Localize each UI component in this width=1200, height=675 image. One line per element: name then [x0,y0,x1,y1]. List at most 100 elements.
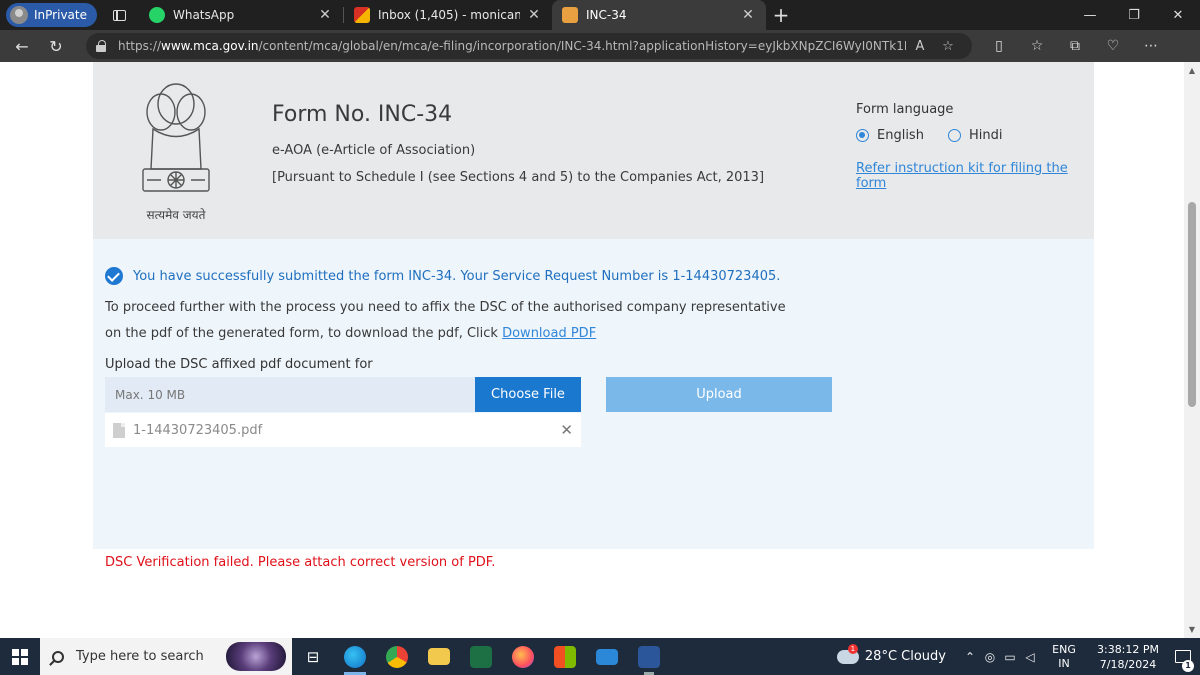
search-highlight-image [226,642,286,671]
upload-label: Upload the DSC affixed pdf document for [105,357,373,372]
form-subtitle: e-AOA (e-Article of Association) [272,143,476,158]
inprivate-label: InPrivate [34,8,87,22]
profile-avatar-icon [10,6,28,24]
success-message: You have successfully submitted the form… [105,267,780,285]
input-language[interactable]: ENG IN [1046,643,1082,671]
tab-label: WhatsApp [172,8,235,22]
taskbar-store[interactable] [544,638,586,675]
tab-whatsapp[interactable]: WhatsApp ✕ [139,0,343,30]
inprivate-badge[interactable]: InPrivate [6,3,97,27]
language-option-hindi[interactable]: Hindi [948,128,1003,143]
page-content: सत्यमेव जयते Form No. INC-34 e-AOA (e-Ar… [0,62,1184,638]
clock-time: 3:38:12 PM [1096,642,1160,656]
taskbar-chrome[interactable] [376,638,418,675]
upload-button[interactable]: Upload [606,377,832,412]
address-bar[interactable]: https://www.mca.gov.in/content/mca/globa… [86,33,972,59]
arrow-left-icon: ← [15,36,29,56]
radio-unchecked-icon[interactable] [948,129,961,142]
language-option-english[interactable]: English [856,128,924,143]
taskbar-firefox[interactable] [502,638,544,675]
task-view-icon: ⊟ [306,647,320,666]
success-text: You have successfully submitted the form… [133,268,781,284]
check-circle-icon [105,267,123,285]
scrollbar-thumb[interactable] [1188,202,1196,407]
store-icon [554,645,576,668]
form-pursuant-text: [Pursuant to Schedule I (see Sections 4 … [272,170,765,185]
attached-file-name: 1-14430723405.pdf [133,422,263,438]
lock-icon [96,40,108,52]
tab-actions-icon [113,9,127,21]
favorites-icon[interactable]: ☆ [1018,32,1056,60]
edge-icon [344,645,366,668]
word-icon [638,645,660,668]
remove-file-icon[interactable]: ✕ [560,421,573,439]
language-label: Hindi [969,128,1003,143]
tab-inbox[interactable]: Inbox (1,405) - monicamallawat@ ✕ [344,0,552,30]
volume-icon[interactable]: ◁ [1020,650,1040,664]
firefox-icon [512,645,534,668]
plus-icon: + [772,3,790,27]
close-tab-icon[interactable]: ✕ [740,7,756,23]
read-aloud-icon[interactable]: A [906,39,934,54]
scroll-down-icon[interactable]: ▼ [1187,625,1197,634]
instruction-line-1: To proceed further with the process you … [105,300,786,315]
excel-icon [470,645,492,668]
language-label: English [877,128,924,143]
tab-actions-button[interactable] [107,4,133,26]
more-options-icon[interactable]: ⋯ [1132,32,1170,60]
minimize-button[interactable]: — [1068,0,1112,30]
taskbar-search[interactable]: Type here to search [40,638,292,675]
taskbar-excel[interactable] [460,638,502,675]
close-window-button[interactable]: ✕ [1156,0,1200,30]
tab-label: INC-34 [585,8,627,22]
split-screen-icon[interactable]: ▯ [980,32,1018,60]
taskbar-file-explorer[interactable] [418,638,460,675]
attached-file-row: 1-14430723405.pdf ✕ [105,413,581,447]
windows-logo-icon [12,648,28,665]
network-icon[interactable]: ▭ [1000,650,1020,664]
tab-label: Inbox (1,405) - monicamallawat@ [377,8,520,22]
favorite-star-icon[interactable]: ☆ [934,39,962,54]
notification-count: 1 [1182,660,1194,672]
browser-tab-bar: InPrivate WhatsApp ✕ Inbox (1,405) - mon… [0,0,1200,30]
start-button[interactable] [0,638,40,675]
performance-icon[interactable]: ♡ [1094,32,1132,60]
whatsapp-icon [148,7,165,23]
submission-panel: You have successfully submitted the form… [93,239,1094,570]
restore-button[interactable]: ❐ [1112,0,1156,30]
error-message: DSC Verification failed. Please attach c… [105,555,496,570]
back-button[interactable]: ← [6,32,38,60]
taskbar-mail[interactable] [586,638,628,675]
weather-text: 28°C Cloudy [864,649,946,664]
refresh-button[interactable]: ↻ [40,32,72,60]
page-title: Form No. INC-34 [272,102,453,127]
taskbar-edge[interactable] [334,638,376,675]
window-controls: — ❐ ✕ [1068,0,1200,30]
taskbar-word[interactable] [628,638,670,675]
close-tab-icon[interactable]: ✕ [526,7,542,23]
show-hidden-icons[interactable]: ⌃ [960,650,980,664]
tab-inc34[interactable]: INC-34 ✕ [551,0,766,30]
instruction-kit-link[interactable]: Refer instruction kit for filing the for… [856,161,1094,191]
meet-now-icon[interactable]: ◎ [980,650,1000,664]
scroll-up-icon[interactable]: ▲ [1187,66,1197,75]
weather-widget[interactable]: 1 28°C Cloudy [836,643,946,664]
clock-date: 7/18/2024 [1099,657,1157,671]
task-view-button[interactable]: ⊟ [292,638,334,675]
notifications-button[interactable]: 1 [1166,650,1200,672]
emblem-motto: सत्यमेव जयते [147,208,207,222]
file-icon [113,422,125,438]
collections-icon[interactable]: ⧉ [1056,32,1094,60]
choose-file-button[interactable]: Choose File [475,377,581,412]
chrome-icon [386,645,408,668]
close-tab-icon[interactable]: ✕ [317,7,333,23]
url-text: https://www.mca.gov.in/content/mca/globa… [118,39,906,53]
radio-checked-icon[interactable] [856,129,869,142]
clock[interactable]: 3:38:12 PM 7/18/2024 [1090,642,1166,672]
page-scrollbar[interactable]: ▲ ▼ [1184,62,1200,638]
system-tray: 1 28°C Cloudy ⌃ ◎ ▭ ◁ ENG IN 3:38:12 PM … [836,638,1200,675]
gmail-icon [353,7,370,23]
file-input[interactable]: Max. 10 MB [105,377,475,412]
new-tab-button[interactable]: + [766,0,796,30]
download-pdf-link[interactable]: Download PDF [502,326,596,341]
